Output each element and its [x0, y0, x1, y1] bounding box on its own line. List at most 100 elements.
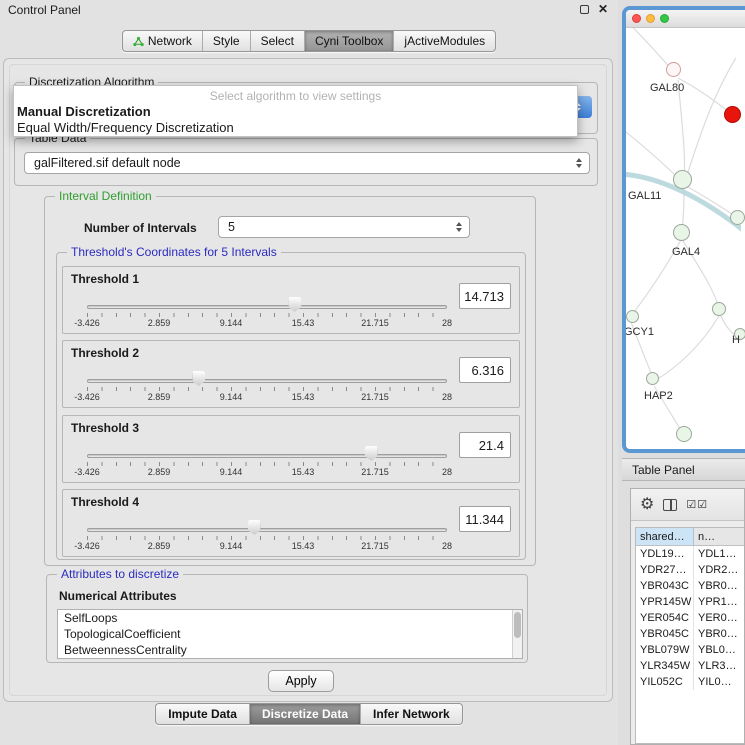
threshold-label: Threshold 2 [71, 346, 139, 360]
close-icon[interactable]: ✕ [598, 3, 608, 15]
slider-tick-labels: -3.426 2.859 9.144 15.43 21.715 28 [87, 392, 447, 403]
list-item[interactable]: TopologicalCoefficient [58, 626, 522, 642]
list-item[interactable]: SelfLoops [58, 610, 522, 626]
control-panel-titlebar[interactable]: Control Panel ✕ [0, 0, 618, 20]
table-row[interactable]: YER054CYER0… [636, 610, 744, 626]
float-window-icon[interactable] [580, 5, 589, 14]
node-label: GCY1 [626, 326, 654, 338]
network-icon [133, 36, 144, 47]
dropdown-hint: Select algorithm to view settings [14, 88, 577, 104]
minimize-traffic-icon[interactable] [646, 14, 655, 23]
cell: YBR0… [694, 578, 744, 594]
cell: YDR2… [694, 562, 744, 578]
table-panel-titlebar[interactable]: Table Panel [622, 458, 745, 481]
numerical-attributes-label: Numerical Attributes [59, 589, 177, 603]
table-row[interactable]: YPR145WYPR1… [636, 594, 744, 610]
apply-button[interactable]: Apply [268, 670, 334, 692]
tick-label: 15.43 [292, 541, 315, 551]
table-row[interactable]: YLR345WYLR3… [636, 658, 744, 674]
slider-track[interactable] [87, 528, 447, 532]
zoom-traffic-icon[interactable] [660, 14, 669, 23]
table-data-select[interactable]: galFiltered.sif default node [24, 152, 590, 174]
table-row[interactable]: YBR045CYBR0… [636, 626, 744, 642]
close-traffic-icon[interactable] [632, 14, 641, 23]
network-node[interactable] [712, 302, 726, 316]
cell: YBR0… [694, 626, 744, 642]
slider-thumb[interactable] [248, 520, 261, 535]
list-scrollbar[interactable] [512, 610, 522, 658]
slider-thumb[interactable] [192, 371, 205, 386]
threshold-3-slider[interactable]: -3.426 2.859 9.144 15.43 21.715 28 [87, 442, 447, 480]
list-item[interactable]: BetweennessCentrality [58, 642, 522, 658]
tick-label: 21.715 [361, 541, 389, 551]
cell: YBR043C [636, 578, 694, 594]
network-node[interactable] [673, 224, 690, 241]
threshold-1-value[interactable]: 14.713 [459, 283, 511, 309]
tick-label: 28 [442, 392, 452, 402]
dropdown-option-manual-discretization[interactable]: Manual Discretization [14, 104, 577, 120]
tick-label: 21.715 [361, 318, 389, 328]
table-row[interactable]: YDL19…YDL1… [636, 546, 744, 562]
network-node[interactable] [673, 170, 692, 189]
scrollbar-thumb[interactable] [514, 612, 521, 638]
tick-label: 9.144 [220, 392, 243, 402]
network-node[interactable] [626, 310, 639, 323]
cell: YIL0… [694, 674, 744, 690]
threshold-3-value[interactable]: 21.4 [459, 432, 511, 458]
tick-label: -3.426 [74, 467, 100, 477]
slider-track[interactable] [87, 305, 447, 309]
number-of-intervals-select[interactable]: 5 [218, 216, 470, 238]
tick-label: 28 [442, 318, 452, 328]
slider-track[interactable] [87, 379, 447, 383]
checkbox-icons[interactable]: ☑☑ [686, 498, 708, 511]
dropdown-option-equal-width-frequency[interactable]: Equal Width/Frequency Discretization [14, 120, 577, 136]
tab-discretize-data[interactable]: Discretize Data [250, 704, 361, 724]
node-label: GAL80 [650, 82, 684, 94]
threshold-3-panel: Threshold 3 -3.426 2.859 9.144 15.43 21.… [62, 415, 520, 483]
tab-network[interactable]: Network [123, 31, 203, 51]
threshold-2-value[interactable]: 6.316 [459, 357, 511, 383]
table-row[interactable]: YBL079WYBL0… [636, 642, 744, 658]
table-row[interactable]: YBR043CYBR0… [636, 578, 744, 594]
table-header-row: shared… n… [636, 528, 744, 546]
table-toolbar: ⚙ ☑☑ [631, 489, 744, 521]
group-title: Interval Definition [55, 189, 156, 203]
tick-label: 21.715 [361, 467, 389, 477]
tick-label: 28 [442, 467, 452, 477]
table-row[interactable]: YDR27…YDR2… [636, 562, 744, 578]
network-node[interactable] [730, 210, 745, 225]
threshold-2-slider[interactable]: -3.426 2.859 9.144 15.43 21.715 28 [87, 367, 447, 405]
node-table: shared… n… YDL19…YDL1… YDR27…YDR2… YBR04… [635, 527, 744, 744]
table-row[interactable]: YIL052CYIL0… [636, 674, 744, 690]
threshold-1-slider[interactable]: -3.426 2.859 9.144 15.43 21.715 28 [87, 293, 447, 331]
threshold-4-value[interactable]: 11.344 [459, 506, 511, 532]
slider-thumb[interactable] [365, 446, 378, 461]
network-window-titlebar[interactable] [626, 10, 745, 28]
gear-icon[interactable]: ⚙ [640, 497, 654, 513]
column-header-name[interactable]: n… [694, 528, 744, 545]
numerical-attributes-list[interactable]: SelfLoops TopologicalCoefficient Between… [57, 609, 523, 659]
top-tabbar: Network Style Select Cyni Toolbox jActiv… [0, 30, 618, 52]
slider-thumb[interactable] [288, 297, 301, 312]
tab-impute-data[interactable]: Impute Data [156, 704, 250, 724]
cell: YDL1… [694, 546, 744, 562]
cell: YLR3… [694, 658, 744, 674]
tick-label: 9.144 [220, 541, 243, 551]
tab-cyni-toolbox[interactable]: Cyni Toolbox [305, 31, 394, 51]
network-node[interactable] [666, 62, 681, 77]
tab-infer-network[interactable]: Infer Network [361, 704, 462, 724]
tab-jactivemodules[interactable]: jActiveModules [394, 31, 495, 51]
network-node-selected[interactable] [724, 106, 741, 123]
node-label: GAL11 [628, 190, 661, 202]
tab-style[interactable]: Style [203, 31, 251, 51]
column-header-shared-name[interactable]: shared… [636, 528, 694, 545]
threshold-4-slider[interactable]: -3.426 2.859 9.144 15.43 21.715 28 [87, 516, 447, 554]
cell: YER054C [636, 610, 694, 626]
columns-icon[interactable] [663, 499, 677, 511]
network-canvas[interactable]: GAL80 GAL11 GAL4 GCY1 HAP2 H [626, 28, 745, 449]
slider-track[interactable] [87, 454, 447, 458]
network-node[interactable] [646, 372, 659, 385]
network-node[interactable] [676, 426, 692, 442]
tab-select[interactable]: Select [251, 31, 305, 51]
threshold-1-panel: Threshold 1 -3.426 2.859 9.144 15.43 21.… [62, 266, 520, 334]
